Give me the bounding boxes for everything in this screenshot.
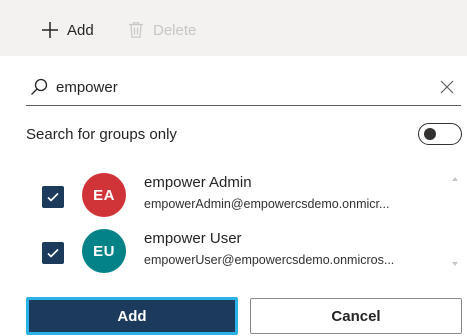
scroll-down-arrow-icon[interactable] (452, 262, 458, 266)
checkmark-icon (47, 192, 59, 202)
cancel-button[interactable]: Cancel (250, 298, 462, 334)
user-email: empowerUser@empowercsdemo.onmicros... (144, 253, 395, 267)
user-email: empowerAdmin@empowercsdemo.onmicr... (144, 197, 390, 211)
avatar: EU (82, 229, 126, 273)
toolbar-add-label: Add (67, 21, 94, 39)
search-icon (30, 78, 48, 96)
list-item[interactable]: EA empower Admin empowerAdmin@empowercsd… (0, 168, 460, 224)
scroll-up-arrow-icon[interactable] (452, 177, 458, 181)
search-input[interactable] (56, 75, 426, 99)
groups-only-toggle[interactable] (418, 123, 462, 145)
close-icon[interactable] (439, 79, 455, 95)
checkmark-icon (47, 248, 59, 258)
groups-only-label: Search for groups only (26, 126, 177, 143)
list-item[interactable]: EU empower User empowerUser@empowercsdem… (0, 224, 460, 280)
user-name: empower Admin (144, 174, 252, 191)
toggle-knob (424, 128, 436, 140)
toolbar-add-button[interactable]: Add (40, 18, 94, 42)
add-button[interactable]: Add (26, 297, 238, 335)
search-box (26, 68, 461, 106)
checkbox-checked[interactable] (42, 186, 64, 208)
checkbox-checked[interactable] (42, 242, 64, 264)
toolbar-delete-label: Delete (153, 21, 197, 39)
toolbar: Add Delete (0, 0, 467, 56)
toolbar-delete-button[interactable]: Delete (126, 18, 196, 42)
avatar: EA (82, 173, 126, 217)
trash-icon (126, 20, 146, 40)
user-name: empower User (144, 230, 242, 247)
search-results-list: EA empower Admin empowerAdmin@empowercsd… (0, 160, 467, 278)
plus-icon (40, 20, 60, 40)
